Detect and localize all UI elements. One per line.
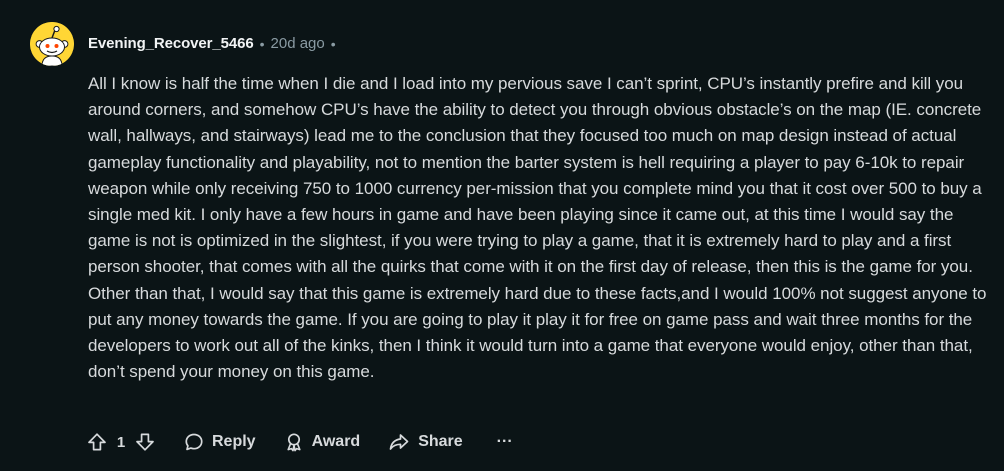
upvote-button[interactable] [80,425,114,459]
comment-body: All I know is half the time when I die a… [88,71,988,385]
comment: Evening_Recover_5466 • 20d ago • All I k… [0,0,1004,471]
award-ribbon-icon [286,433,301,452]
downvote-button[interactable] [128,425,162,459]
comment-timestamp[interactable]: 20d ago [271,34,325,54]
share-button[interactable]: Share [378,425,472,459]
comment-header: Evening_Recover_5466 • 20d ago • [30,22,342,66]
reply-button[interactable]: Reply [174,425,266,459]
more-options-icon: ··· [496,433,513,450]
more-options-button[interactable]: ··· [489,425,521,459]
share-label: Share [418,433,463,450]
trailing-separator-dot: • [330,36,336,52]
vote-group: 1 [80,425,162,459]
comment-action-bar: 1 Reply Award Share ··· [80,425,521,459]
vote-score: 1 [116,433,126,451]
comment-text: All I know is half the time when I die a… [88,74,987,382]
reply-label: Reply [212,433,256,450]
award-label: Award [311,433,361,450]
speech-bubble-icon [185,433,203,451]
upvote-arrow-icon [88,433,106,451]
share-arrow-icon [389,434,409,450]
comment-meta: Evening_Recover_5466 • 20d ago • [88,34,342,54]
author-username[interactable]: Evening_Recover_5466 [88,34,254,54]
award-button[interactable]: Award [274,425,371,459]
snoo-avatar-icon[interactable] [30,22,74,66]
downvote-arrow-icon [136,433,154,451]
separator-dot: • [259,36,265,52]
